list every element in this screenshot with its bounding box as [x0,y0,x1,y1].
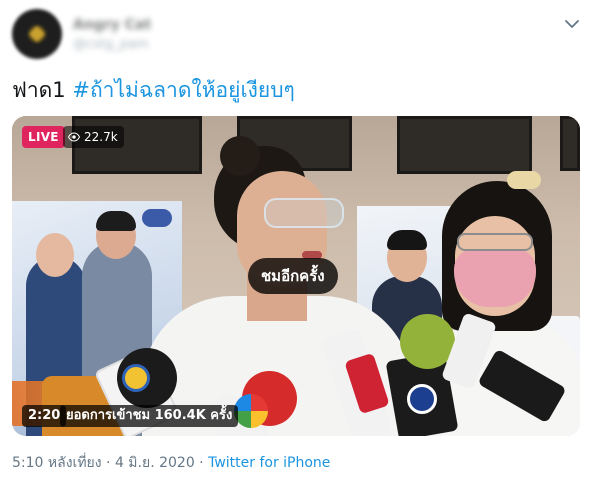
tweet-meta: 5:10 หลังเที่ยง · 4 มิ.ย. 2020 · Twitter… [12,452,330,474]
avatar-logo [28,25,46,43]
tweet-date[interactable]: 4 มิ.ย. 2020 [115,455,195,471]
chevron-down-icon[interactable] [562,14,582,34]
tweet-time[interactable]: 5:10 หลังเที่ยง [12,455,102,471]
video-player[interactable]: LIVE 22.7k ชมอีกครั้ง 2:20 ยอดการเข้าชม … [12,116,580,436]
avatar[interactable] [12,9,62,59]
meta-separator: · [101,455,115,471]
hashtag-link[interactable]: #ถ้าไม่ฉลาดให้อยู่เงียบๆ [72,78,294,102]
tweet-text-prefix: ฟาด1 [12,78,73,102]
watch-again-button[interactable]: ชมอีกครั้ง [248,258,338,294]
tweet-source-link[interactable]: Twitter for iPhone [208,455,330,471]
eye-icon [68,132,80,142]
views-badge: 22.7k [63,126,124,148]
meta-separator: · [194,455,209,471]
live-badge: LIVE [22,126,65,148]
tweet-text: ฟาด1 #ถ้าไม่ฉลาดให้อยู่เงียบๆ [12,76,295,104]
author-name[interactable]: Angry Cat [73,17,163,33]
author-handle[interactable]: @cstg_pam [73,37,163,52]
tweet-card: Angry Cat @cstg_pam ฟาด1 #ถ้าไม่ฉลาดให้อ… [0,0,595,480]
views-count: 22.7k [84,130,118,144]
video-view-count: ยอดการเข้าชม 160.4K ครั้ง [60,405,239,427]
